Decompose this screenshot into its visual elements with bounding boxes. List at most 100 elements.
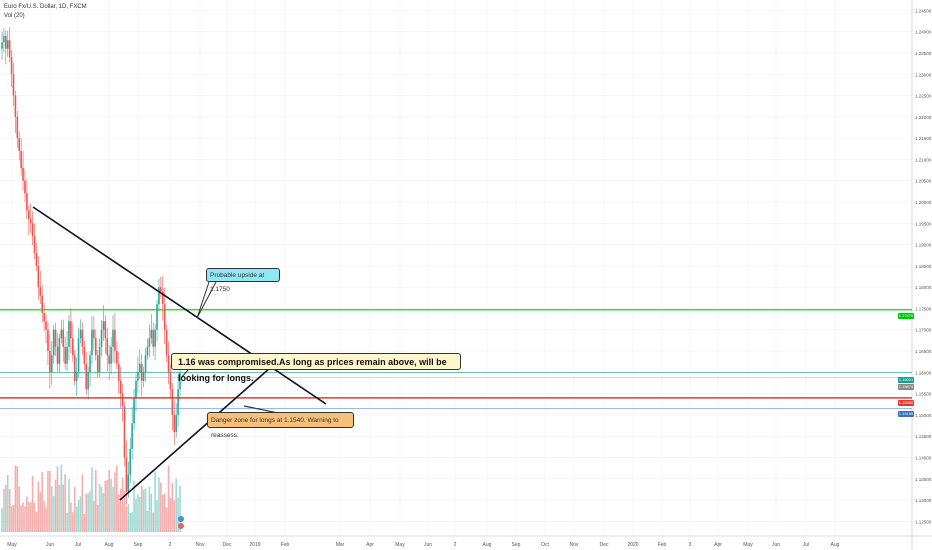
candle-body [39, 287, 42, 296]
volume-bar [163, 493, 166, 532]
candle-body [150, 329, 153, 339]
volume-bar [139, 496, 141, 532]
candle-body [139, 363, 141, 373]
volume-bar [83, 513, 86, 532]
candle-body [123, 406, 126, 458]
callout-probable-upside[interactable]: Probable upside at 1.1750 [206, 268, 280, 293]
volume-bar [146, 510, 149, 532]
y-tick-label: 1.13000 [915, 498, 932, 503]
callout-main-note[interactable]: 1.16 was compromised.As long as prices r… [171, 353, 461, 383]
candle-body [1, 42, 3, 49]
y-tick-label: 1.12500 [915, 519, 932, 524]
candle-body [85, 363, 88, 390]
volume-bar [108, 469, 110, 532]
candle-body [12, 74, 15, 96]
volume-bar [112, 486, 114, 532]
volume-bar [60, 464, 63, 532]
volume-bar [22, 502, 24, 532]
event-markers [178, 516, 184, 529]
volume-bar [29, 502, 32, 532]
volume-bar [33, 502, 36, 532]
candle-body [116, 351, 118, 364]
volume-bar [5, 484, 7, 532]
candle-body [60, 329, 63, 339]
volume-bar [56, 466, 59, 532]
y-tick-label: 1.21000 [915, 157, 932, 162]
event-marker-earnings [178, 523, 184, 529]
x-tick-label: Mar [336, 542, 345, 548]
volume-bar [171, 483, 174, 532]
y-tick-label: 1.23500 [915, 51, 932, 56]
volume-bar [27, 502, 30, 532]
candle-body [37, 265, 40, 288]
volume-bar [10, 506, 13, 532]
callout-danger-zone[interactable]: Danger zone for longs at 1.1540. Warning… [207, 412, 354, 439]
volume-bar [114, 472, 116, 532]
volume-bar [117, 494, 120, 532]
candle-body [31, 223, 34, 237]
candle-body [114, 329, 116, 352]
candle-body [87, 372, 89, 390]
candle-body [43, 312, 45, 322]
y-tick-label: 1.20000 [915, 200, 932, 205]
volume-bar [31, 476, 34, 532]
candle-body [100, 329, 103, 347]
volume-bar [98, 483, 101, 532]
chart-title: Euro Fx/U.S. Dollar, 1D, FXCM [4, 4, 87, 10]
y-tick-label: 1.15000 [915, 413, 932, 418]
candle-body [14, 95, 17, 117]
x-tick-label: Jul [803, 542, 809, 548]
volume-bar [93, 500, 95, 532]
candle-body [24, 180, 26, 194]
x-tick-label: Jun [772, 542, 780, 548]
candle-body [58, 338, 61, 364]
volume-bar [106, 480, 109, 532]
volume-bar [35, 511, 38, 532]
candle-body [167, 355, 170, 373]
candle-body [171, 389, 174, 415]
price-label-gray: 1.15874 [898, 384, 914, 390]
volume-bar [131, 512, 133, 532]
candle-body [26, 193, 28, 211]
volume-bar [16, 466, 19, 532]
candle-body [35, 253, 38, 266]
x-tick-label: Apr [714, 542, 722, 548]
candle-body [81, 329, 84, 347]
candle-body [5, 35, 7, 49]
candle-body [129, 448, 132, 475]
volume-bar [50, 486, 53, 532]
candle-body [16, 116, 19, 139]
ascending-trendline[interactable] [119, 367, 271, 501]
grid-lines [0, 0, 932, 550]
volume-bar [8, 489, 11, 532]
candle-body [96, 355, 99, 373]
volume-bars [1, 464, 181, 532]
candle-body [152, 329, 155, 347]
y-tick-label: 1.13500 [915, 477, 932, 482]
candle-body [75, 372, 78, 381]
candle-body [3, 35, 5, 43]
candle-body [177, 389, 179, 415]
x-tick-label: Nov [196, 542, 205, 548]
y-tick-label: 1.17500 [915, 306, 932, 311]
volume-bar [116, 465, 118, 532]
x-tick-label: 2019 [249, 542, 260, 548]
candle-body [68, 321, 70, 347]
volume-bar [156, 500, 158, 532]
candle-body [137, 372, 139, 381]
volume-bar [70, 502, 72, 532]
volume-bar [14, 465, 17, 532]
volume-bar [127, 503, 130, 532]
y-tick-label: 1.16500 [915, 349, 932, 354]
volume-bar [1, 508, 3, 532]
candle-body [121, 393, 124, 407]
x-tick-label: Oct [541, 542, 549, 548]
candle-body [20, 150, 22, 168]
volume-bar [79, 496, 82, 532]
y-tick-label: 1.24500 [915, 8, 932, 13]
candlestick-chart[interactable]: May Jun Jul Aug Sep 2 Nov Dec 2019 Feb Mar Apr May Ju… [0, 0, 932, 550]
y-tick-label: 1.18000 [915, 285, 932, 290]
candle-body [29, 219, 32, 224]
candle-body [127, 474, 130, 492]
price-label-blue: 1.15155 [898, 411, 914, 417]
